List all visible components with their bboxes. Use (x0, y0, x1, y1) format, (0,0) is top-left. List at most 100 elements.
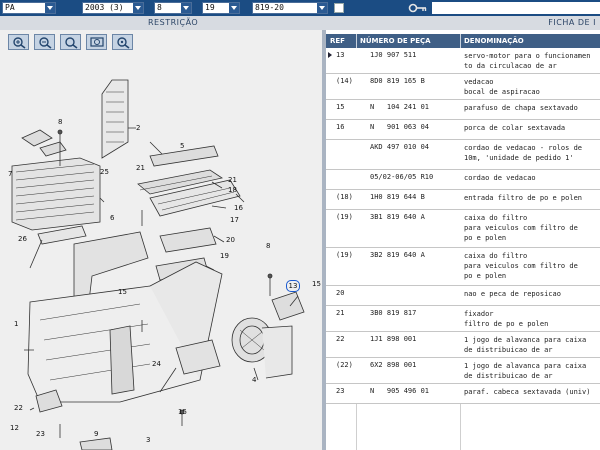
table-row[interactable]: (19) 3B1 819 640 A caixa do filtro para ve… (326, 210, 600, 248)
description-cell: caixa do filtro para veiculos com filtro… (464, 214, 578, 242)
part-number-cell: 8D0 819 165 B (370, 77, 425, 85)
table-row[interactable]: 15 N 104 241 01 parafuso de chapa sextavad… (326, 100, 600, 120)
chevron-down-icon[interactable] (181, 3, 191, 13)
description-cell: servo-motor para o funcionamen to da cir… (464, 52, 591, 70)
filter-checkbox[interactable] (334, 3, 344, 13)
table-row[interactable]: (22) 6X2 898 001 1 jogo de alavanca para c… (326, 358, 600, 384)
part-number-cell: N 901 063 04 (370, 123, 430, 131)
zoom-in-button[interactable] (8, 34, 29, 50)
description-cell: cordao de vedacao - rolos de 10m, 'unida… (464, 144, 583, 162)
part-number-cell: 6X2 898 001 (370, 361, 417, 369)
callout-label[interactable]: 15 (178, 408, 187, 416)
table-row[interactable]: 22 1J1 898 001 1 jogo de alavanca para cai… (326, 332, 600, 358)
table-row[interactable]: 16 N 901 063 04 porca de colar sextavada (326, 120, 600, 140)
description-cell: 1 jogo de alavanca para caixa de distrib… (464, 336, 587, 354)
restriction-title: RESTRIÇÃO (148, 18, 199, 27)
group-select[interactable]: 8 (154, 2, 192, 14)
code-select[interactable]: 819-20 (252, 2, 328, 14)
callout-label[interactable]: 26 (18, 235, 27, 243)
description-cell: cordao de vedacao (464, 174, 536, 182)
description-cell: 1 jogo de alavanca para caixa de distrib… (464, 362, 587, 380)
table-row[interactable]: 23 N 905 496 01 paraf. cabeca sextavada (u… (326, 384, 600, 404)
zoom-window-button[interactable] (86, 34, 107, 50)
year-select[interactable]: 2003 (3) (82, 2, 144, 14)
callout-label[interactable]: 18 (228, 186, 237, 194)
description-cell: fixador filtro de po e polen (464, 310, 549, 328)
callout-label[interactable]: 15 (312, 280, 321, 288)
part-number-cell: 1H0 819 644 B (370, 193, 425, 201)
part-number-cell: N 905 496 01 (370, 387, 430, 395)
col-ref-header[interactable]: REF (330, 34, 345, 48)
zoom-area-button[interactable] (112, 34, 133, 50)
col-description-header[interactable]: DENOMINAÇÃO (464, 34, 524, 48)
ref-cell: 22 (336, 335, 345, 343)
callout-label[interactable]: 7 (8, 170, 12, 178)
chevron-down-icon[interactable] (229, 3, 239, 13)
code-value: 819-20 (255, 3, 284, 12)
ref-cell: (14) (336, 77, 353, 85)
description-cell: caixa do filtro para veiculos com filtro… (464, 252, 578, 280)
callout-label[interactable]: 20 (226, 236, 235, 244)
callout-label[interactable]: 25 (100, 168, 109, 176)
market-select[interactable]: PA (2, 2, 56, 14)
part-number-cell: 3B0 819 817 (370, 309, 417, 317)
callout-label[interactable]: 21 (136, 164, 145, 172)
callout-label[interactable]: 15 (118, 288, 127, 296)
group-value: 8 (157, 3, 162, 12)
callout-label[interactable]: 6 (110, 214, 114, 222)
key-icon[interactable] (408, 2, 428, 14)
callout-label[interactable]: 16 (234, 204, 243, 212)
callout-label[interactable]: 12 (10, 424, 19, 432)
table-row[interactable]: (14) 8D0 819 165 B vedacao bocal de aspira… (326, 74, 600, 100)
ref-cell: (19) (336, 213, 353, 221)
table-row[interactable]: 13 1J0 907 511 servo-motor para o funciona… (326, 48, 600, 74)
description-cell: entrada filtro de po e polen (464, 194, 583, 202)
ref-cell: 13 (336, 51, 345, 59)
zoom-fit-button[interactable] (60, 34, 81, 50)
table-row[interactable]: (19) 3B2 819 640 A caixa do filtro para ve… (326, 248, 600, 286)
chevron-down-icon[interactable] (317, 3, 327, 13)
callout-label[interactable]: 2 (136, 124, 140, 132)
ref-cell: 15 (336, 103, 345, 111)
callout-label[interactable]: 8 (58, 118, 62, 126)
table-row[interactable]: 05/02-06/05 R10 cordao de vedacao (326, 170, 600, 190)
table-row[interactable]: 21 3B0 819 817 fixador filtro de po e pole… (326, 306, 600, 332)
chevron-down-icon[interactable] (133, 3, 143, 13)
ref-cell: (22) (336, 361, 353, 369)
column-divider (356, 34, 357, 48)
callout-label[interactable]: 9 (94, 430, 98, 438)
zoom-fit-icon (65, 37, 78, 49)
exploded-diagram-panel: 8 2 25 5 21 21 18 16 17 7 6 26 20 19 8 1… (0, 30, 322, 450)
subgroup-value: 19 (205, 3, 215, 12)
part-number-cell: 3B2 819 640 A (370, 251, 425, 259)
callout-label[interactable]: 17 (230, 216, 239, 224)
callout-label[interactable]: 8 (266, 242, 270, 250)
chevron-down-icon[interactable] (45, 3, 55, 13)
col-part-number-header[interactable]: NÚMERO DE PEÇA (360, 34, 431, 48)
highlighted-callout[interactable]: 13 (286, 280, 300, 292)
zoom-area-icon (117, 37, 130, 49)
callout-label[interactable]: 24 (152, 360, 161, 368)
table-row[interactable]: AKD 497 010 04 cordao de vedacao - rolos … (326, 140, 600, 170)
part-number-cell: AKD 497 010 04 (370, 143, 430, 151)
table-body: 13 1J0 907 511 servo-motor para o funciona… (326, 48, 600, 404)
search-box[interactable] (432, 2, 600, 14)
callout-label[interactable]: 21 (228, 176, 237, 184)
part-number-cell: 1J1 898 001 (370, 335, 417, 343)
callout-label[interactable]: 5 (180, 142, 184, 150)
parts-diagram[interactable] (0, 30, 322, 450)
callout-label[interactable]: 23 (36, 430, 45, 438)
description-cell: porca de colar sextavada (464, 124, 566, 132)
callout-label[interactable]: 4 (252, 376, 256, 384)
callout-label[interactable]: 1 (14, 320, 18, 328)
callout-label[interactable]: 3 (146, 436, 150, 444)
callout-label[interactable]: 19 (220, 252, 229, 260)
callout-label[interactable]: 22 (14, 404, 23, 412)
subgroup-select[interactable]: 19 (202, 2, 240, 14)
description-cell: paraf. cabeca sextavada (univ) (464, 388, 591, 396)
market-value: PA (5, 3, 15, 12)
table-row[interactable]: (18) 1H0 819 644 B entrada filtro de po e … (326, 190, 600, 210)
zoom-out-button[interactable] (34, 34, 55, 50)
table-row[interactable]: 20 nao e peca de reposicao (326, 286, 600, 306)
ref-cell: (19) (336, 251, 353, 259)
